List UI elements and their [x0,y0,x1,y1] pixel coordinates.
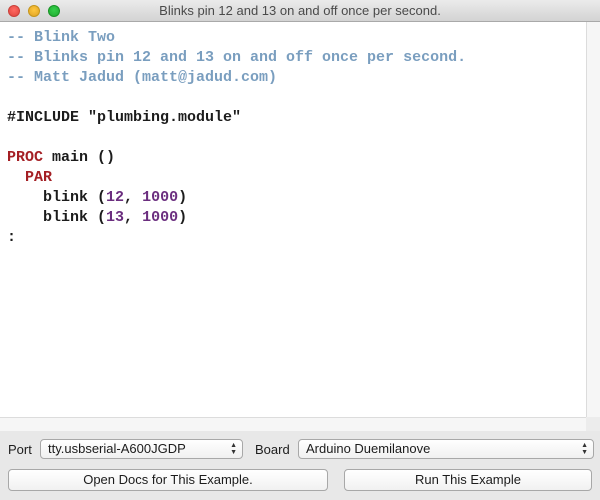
code-line[interactable]: -- Blink Two [7,28,466,48]
code-text[interactable]: -- Blink Two -- Blinks pin 12 and 13 on a… [7,28,466,248]
code-token-comment: -- Blink Two [7,29,116,46]
code-line[interactable]: -- Matt Jadud (matt@jadud.com) [7,68,466,88]
code-token-plain: main () [43,149,116,166]
main-window: Blinks pin 12 and 13 on and off once per… [0,0,600,500]
code-token-num: 1000 [142,189,179,206]
vertical-scrollbar[interactable] [586,22,600,417]
port-select[interactable]: tty.usbserial-A600JGDP ▲ ▼ [40,439,243,459]
code-editor[interactable]: -- Blink Two -- Blinks pin 12 and 13 on a… [0,22,586,417]
title-bar[interactable]: Blinks pin 12 and 13 on and off once per… [0,0,600,22]
board-selected-value: Arduino Duemilanove [306,441,431,456]
code-line[interactable]: PROC main () [7,148,466,168]
code-token-plain: , [124,209,143,226]
code-line[interactable]: -- Blinks pin 12 and 13 on and off once … [7,48,466,68]
code-line[interactable] [7,128,466,148]
code-token-keyword: PAR [25,169,53,186]
code-line[interactable]: blink (12, 1000) [7,188,466,208]
window-title: Blinks pin 12 and 13 on and off once per… [159,3,441,18]
code-line[interactable]: blink (13, 1000) [7,208,466,228]
code-token-comment: -- Matt Jadud (matt@jadud.com) [7,69,278,86]
code-token-plain: : [7,229,17,246]
updown-chevron-icon: ▲ ▼ [581,442,588,456]
code-line[interactable]: #INCLUDE "plumbing.module" [7,108,466,128]
port-label: Port [8,442,32,457]
code-line[interactable]: : [7,228,466,248]
run-example-button[interactable]: Run This Example [344,469,592,491]
board-select[interactable]: Arduino Duemilanove ▲ ▼ [298,439,594,459]
code-token-keyword: PROC [7,149,44,166]
code-line[interactable] [7,88,466,108]
code-token-plain: #INCLUDE "plumbing.module" [7,109,242,126]
code-token-plain: ) [178,189,188,206]
code-line[interactable]: PAR [7,168,466,188]
code-token-plain: blink ( [7,209,107,226]
code-token-num: 1000 [142,209,179,226]
updown-chevron-icon: ▲ ▼ [230,442,237,456]
code-token-plain: blink ( [7,189,107,206]
code-token-num: 12 [106,189,125,206]
code-token-plain: ) [178,209,188,226]
code-token-num: 13 [106,209,125,226]
port-selected-value: tty.usbserial-A600JGDP [48,441,186,456]
code-token-plain: , [124,189,143,206]
open-docs-button[interactable]: Open Docs for This Example. [8,469,328,491]
scrollbar-corner [586,417,600,431]
horizontal-scrollbar[interactable] [0,417,586,431]
code-token-comment: -- Blinks pin 12 and 13 on and off once … [7,49,467,66]
board-label: Board [255,442,290,457]
